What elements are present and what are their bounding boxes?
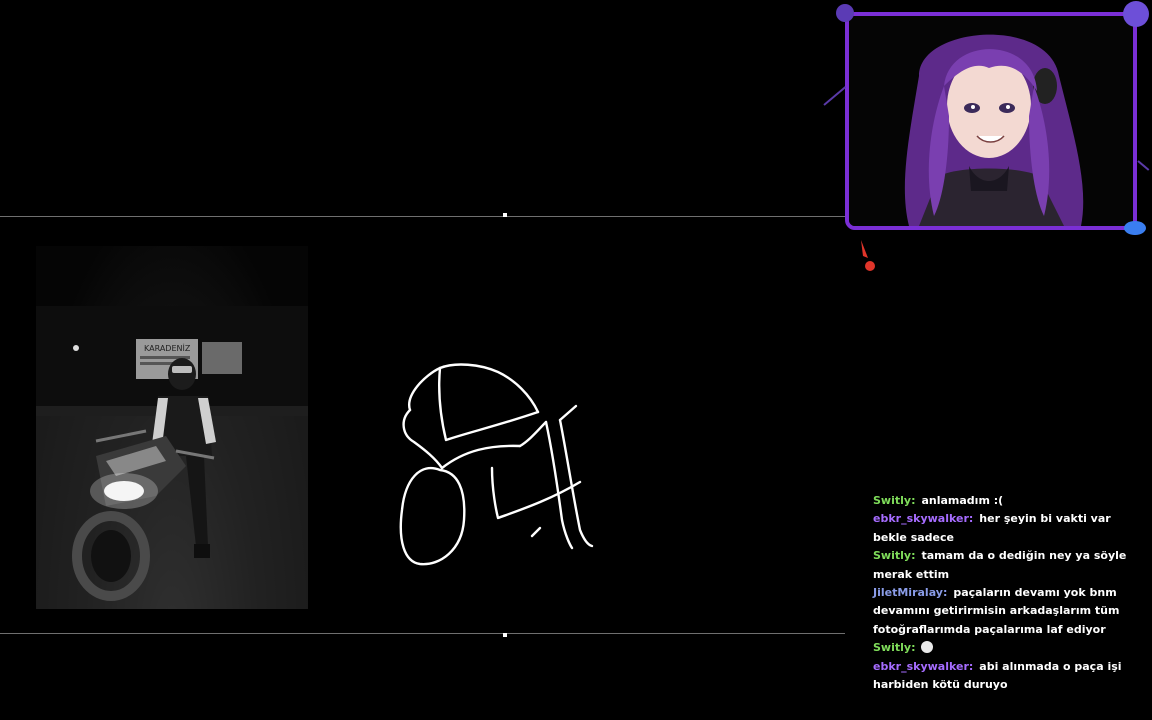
- chat-overlay: Switly: anlamadım :( ebkr_skywalker: her ş…: [873, 492, 1143, 694]
- deco-line-left: [823, 86, 847, 106]
- chat-username: Switly: [873, 494, 912, 507]
- chat-message: Switly: anlamadım :(: [873, 494, 1004, 507]
- chat-message: ebkr_skywalker: her şeyin bi vakti var be…: [873, 512, 1111, 544]
- sketch-drawing: [399, 363, 594, 566]
- star-icon: [836, 4, 854, 22]
- sign-text: KARADENİZ: [144, 343, 191, 353]
- chat-message: Switly:: [873, 639, 1143, 657]
- chat-text: anlamadım :(: [921, 494, 1004, 507]
- chat-username: JiletMiralay: [873, 586, 943, 600]
- chat-username: ebkr_skywalker: [873, 659, 969, 673]
- chat-username: Switly: [873, 549, 912, 563]
- guide-line-top: [0, 216, 845, 217]
- deco-line-right: [1137, 160, 1150, 171]
- chat-username: ebkr_skywalker: [873, 512, 969, 526]
- cloud-icon: [1124, 221, 1146, 235]
- moon-icon: [1123, 1, 1149, 27]
- chat-message: Switly: tamam da o dediğin ney ya söyle m…: [873, 549, 1127, 581]
- ghost-emote-icon: [921, 641, 934, 654]
- resize-handle-top[interactable]: [503, 213, 507, 217]
- pointer-icon: [861, 240, 875, 271]
- chat-message: JiletMiralay: paçaların devamı yok bnm de…: [873, 586, 1120, 636]
- chat-message: ebkr_skywalker: abi alınmada o paça işi h…: [873, 659, 1122, 692]
- webcam-frame: [845, 12, 1137, 230]
- stream-canvas: KARADENİZ Switly: anlamadım:(ebkr_skyw…: [0, 0, 1152, 720]
- chat-username: Switly: [873, 641, 912, 655]
- resize-handle-bottom[interactable]: [503, 633, 507, 637]
- guide-line-bottom: [0, 633, 845, 634]
- vtuber-avatar: [849, 16, 1133, 226]
- motorcycle-photo: KARADENİZ: [36, 246, 308, 609]
